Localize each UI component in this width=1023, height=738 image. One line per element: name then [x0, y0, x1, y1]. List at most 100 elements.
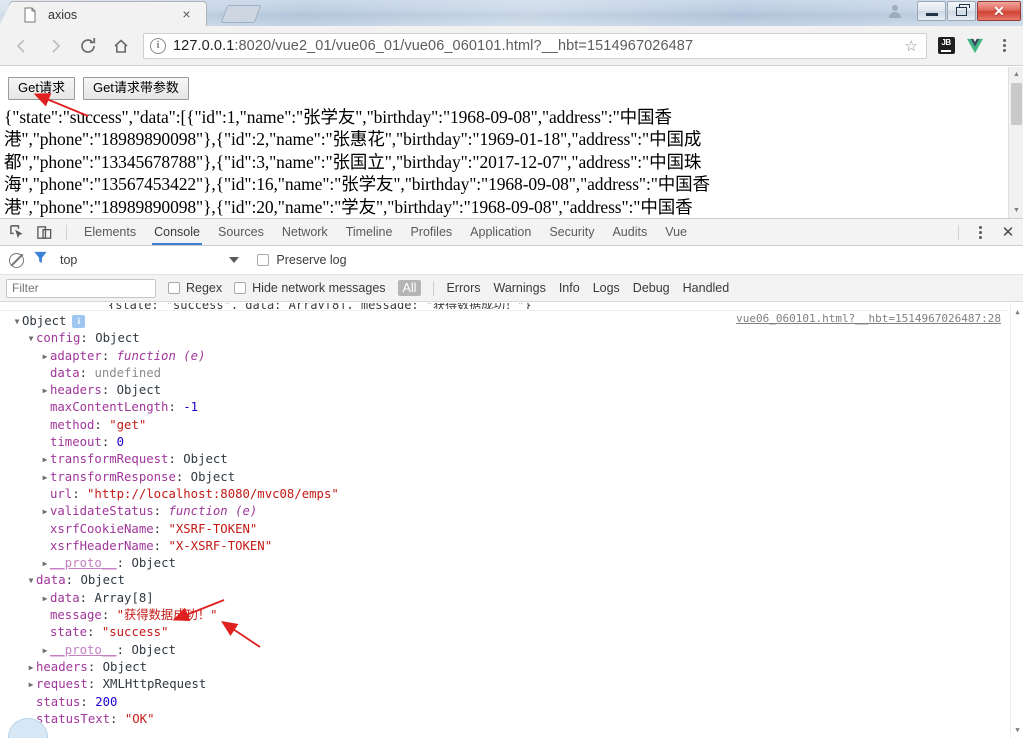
console-tree-row[interactable]: ▶xsrfCookieName: "XSRF-TOKEN" — [0, 521, 1009, 538]
window-close-button[interactable]: ✕ — [977, 1, 1021, 21]
triangle-right-icon[interactable]: ▶ — [40, 590, 50, 607]
back-arrow-icon[interactable] — [8, 32, 36, 60]
console-tree-row[interactable]: ▶xsrfHeaderName: "X-XSRF-TOKEN" — [0, 538, 1009, 555]
devtools-close-icon[interactable]: ✕ — [993, 219, 1023, 245]
triangle-right-icon[interactable]: ▶ — [40, 469, 50, 486]
chevron-down-icon[interactable] — [229, 257, 240, 263]
preserve-log-toggle[interactable]: Preserve log — [257, 253, 347, 267]
console-tree-row[interactable]: ▶ data: Array[8] — [0, 590, 1009, 607]
console-tree-row[interactable]: ▶timeout: 0 — [0, 434, 1009, 451]
console-tree-row[interactable]: ▶ headers: Object — [0, 382, 1009, 399]
window-user-icon[interactable] — [887, 3, 903, 19]
tab-timeline[interactable]: Timeline — [337, 219, 402, 245]
home-icon[interactable] — [107, 32, 135, 60]
extension-jetbrains-icon[interactable]: JB — [933, 33, 959, 59]
triangle-right-icon[interactable]: ▶ — [40, 348, 50, 365]
forward-arrow-icon[interactable] — [41, 32, 69, 60]
device-toolbar-icon[interactable] — [31, 219, 58, 245]
reload-icon[interactable] — [74, 32, 102, 60]
devtools-more-options-icon[interactable] — [967, 219, 993, 245]
regex-toggle[interactable]: Regex — [168, 281, 222, 295]
triangle-down-icon[interactable]: ▼ — [12, 313, 22, 330]
triangle-down-icon[interactable]: ▼ — [26, 572, 36, 589]
console-output[interactable]: {state: "success", data: Array[8], messa… — [0, 303, 1023, 738]
console-object-tree[interactable]: ▼ Object i ▼ config: Object ▶ adapter: functio… — [0, 313, 1009, 728]
triangle-right-icon[interactable]: ▶ — [26, 676, 36, 693]
tab-application[interactable]: Application — [461, 219, 540, 245]
console-tree-row[interactable]: ▶ validateStatus: function (e) — [0, 503, 1009, 520]
console-tree-row[interactable]: ▶data: undefined — [0, 365, 1009, 382]
get-request-with-params-button[interactable]: Get请求带参数 — [82, 77, 189, 100]
level-filter-errors[interactable]: Errors — [441, 280, 485, 296]
tab-elements[interactable]: Elements — [75, 219, 145, 245]
triangle-down-icon[interactable]: ▼ — [26, 330, 36, 347]
filter-funnel-icon[interactable] — [33, 250, 48, 270]
console-tree-row[interactable]: ▼ Object i — [0, 313, 1009, 330]
console-tree-row[interactable]: ▶status: 200 — [0, 694, 1009, 711]
console-tree-row[interactable]: ▶ __proto__: Object — [0, 555, 1009, 572]
browser-tab-axios[interactable]: axios × — [0, 2, 206, 26]
get-request-button[interactable]: Get请求 — [8, 77, 75, 100]
console-filter-input[interactable] — [6, 278, 156, 298]
console-tree-row[interactable]: ▶ transformRequest: Object — [0, 451, 1009, 468]
console-tree-row[interactable]: ▶method: "get" — [0, 417, 1009, 434]
bookmark-star-icon[interactable]: ☆ — [905, 38, 918, 55]
regex-checkbox[interactable] — [168, 282, 180, 294]
hide-network-messages-toggle[interactable]: Hide network messages — [234, 281, 386, 295]
level-filter-all[interactable]: All — [397, 280, 422, 296]
inspect-element-icon[interactable] — [4, 219, 31, 245]
console-tree-row[interactable]: ▼ data: Object — [0, 572, 1009, 589]
window-minimize-button[interactable] — [917, 1, 946, 21]
tab-profiles[interactable]: Profiles — [401, 219, 461, 245]
tab-network[interactable]: Network — [273, 219, 337, 245]
console-tree-row[interactable]: ▶state: "success" — [0, 624, 1009, 641]
console-context-selector[interactable]: top — [60, 253, 77, 267]
page-scrollbar-thumb[interactable] — [1011, 83, 1022, 125]
page-info-icon[interactable]: i — [150, 37, 166, 54]
console-tree-row[interactable]: ▶message: "获得数据成功！" — [0, 607, 1009, 624]
tree-value: "X-XSRF-TOKEN" — [168, 538, 273, 553]
console-tree-row[interactable]: ▶ headers: Object — [0, 659, 1009, 676]
level-filter-debug[interactable]: Debug — [628, 280, 675, 296]
console-tree-row[interactable]: ▶maxContentLength: -1 — [0, 399, 1009, 416]
tab-security[interactable]: Security — [540, 219, 603, 245]
new-tab-button[interactable] — [220, 5, 262, 23]
console-scrollbar[interactable]: ▲ ▼ — [1010, 303, 1023, 738]
triangle-right-icon[interactable]: ▶ — [40, 642, 50, 659]
level-filter-logs[interactable]: Logs — [588, 280, 625, 296]
address-bar[interactable]: i 127.0.0.1:8020/vue2_01/vue06_01/vue06_… — [143, 32, 927, 59]
level-filter-handled[interactable]: Handled — [678, 280, 735, 296]
browser-tab-close-icon[interactable]: × — [179, 7, 194, 22]
preserve-log-checkbox[interactable] — [257, 254, 270, 266]
console-tree-row[interactable]: ▶ __proto__: Object — [0, 642, 1009, 659]
scroll-up-arrow-icon[interactable]: ▲ — [1009, 67, 1023, 82]
page-scrollbar[interactable]: ▲ ▼ — [1008, 67, 1023, 218]
triangle-right-icon[interactable]: ▶ — [40, 555, 50, 572]
console-scroll-down-arrow-icon[interactable]: ▼ — [1011, 723, 1023, 736]
triangle-right-icon[interactable]: ▶ — [40, 451, 50, 468]
level-filter-warnings[interactable]: Warnings — [488, 280, 550, 296]
scroll-down-arrow-icon[interactable]: ▼ — [1009, 203, 1023, 218]
tab-vue[interactable]: Vue — [656, 219, 696, 245]
triangle-right-icon[interactable]: ▶ — [40, 382, 50, 399]
console-tree-row[interactable]: ▼ config: Object — [0, 330, 1009, 347]
level-filter-info[interactable]: Info — [554, 280, 585, 296]
console-tree-row[interactable]: ▶ transformResponse: Object — [0, 469, 1009, 486]
clear-console-icon[interactable] — [9, 252, 24, 268]
hide-network-checkbox[interactable] — [234, 282, 247, 294]
console-scroll-up-arrow-icon[interactable]: ▲ — [1011, 305, 1023, 318]
console-tree-row[interactable]: ▶statusText: "OK" — [0, 711, 1009, 728]
tab-console[interactable]: Console — [145, 219, 209, 245]
window-restore-button[interactable] — [947, 1, 976, 21]
console-tree-row[interactable]: ▶ request: XMLHttpRequest — [0, 676, 1009, 693]
info-badge-icon[interactable]: i — [72, 315, 86, 328]
tab-sources[interactable]: Sources — [209, 219, 273, 245]
chrome-menu-button[interactable] — [991, 39, 1017, 52]
console-tree-row[interactable]: ▶ adapter: function (e) — [0, 348, 1009, 365]
extension-vue-devtools-icon[interactable] — [962, 33, 988, 59]
tab-audits[interactable]: Audits — [603, 219, 656, 245]
console-tree-row[interactable]: ▶url: "http://localhost:8080/mvc08/emps" — [0, 486, 1009, 503]
triangle-right-icon[interactable]: ▶ — [26, 659, 36, 676]
triangle-right-icon[interactable]: ▶ — [40, 503, 50, 520]
tree-separator: : — [101, 608, 117, 623]
